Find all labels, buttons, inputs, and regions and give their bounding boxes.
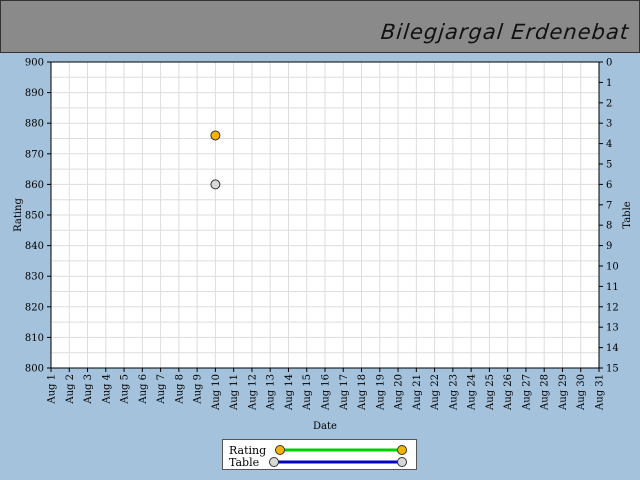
x-tick-label: Aug 19 — [375, 374, 386, 411]
x-tick-label: Aug 26 — [503, 374, 514, 411]
y-tick-label: 860 — [25, 180, 44, 191]
y2-tick-label: 9 — [606, 241, 612, 252]
x-tick-label: Aug 2 — [65, 374, 76, 405]
x-tick-label: Aug 4 — [101, 374, 112, 405]
x-tick-label: Aug 14 — [284, 374, 295, 411]
rating-chart: 800810820830840850860870880890900 0123456… — [13, 58, 633, 433]
y2-tick-label: 11 — [606, 282, 619, 293]
x-tick-label: Aug 22 — [430, 374, 441, 411]
x-tick-label: Aug 28 — [540, 374, 551, 411]
x-tick-label: Aug 15 — [302, 374, 313, 411]
x-tick-label: Aug 12 — [247, 374, 258, 411]
x-tick-label: Aug 21 — [412, 374, 423, 411]
y2-tick-label: 1 — [606, 78, 612, 89]
x-tick-label: Aug 8 — [174, 374, 185, 405]
x-tick-label: Aug 24 — [467, 374, 478, 411]
x-tick-label: Aug 31 — [595, 374, 606, 411]
table-point — [210, 179, 221, 190]
y2-tick-label: 4 — [606, 139, 612, 150]
x-tick-label: Aug 16 — [321, 374, 332, 411]
legend-marker-rating-end — [397, 445, 407, 455]
legend-marker-rating-start — [275, 445, 285, 455]
x-tick-label: Aug 18 — [357, 374, 368, 411]
y2-tick-label: 7 — [606, 200, 612, 211]
x-tick-label: Aug 29 — [558, 374, 569, 411]
y-tick-label: 800 — [25, 364, 44, 375]
rating-point — [210, 130, 221, 141]
y2-tick-label: 15 — [606, 364, 619, 375]
y2-tick-label: 12 — [606, 302, 619, 313]
x-tick-label: Aug 3 — [83, 374, 94, 405]
legend-marker-table-end — [397, 457, 407, 467]
y-tick-label: 880 — [25, 119, 44, 130]
x-tick-label: Aug 30 — [576, 374, 587, 411]
x-tick-label: Aug 13 — [266, 374, 277, 411]
x-tick-label: Aug 25 — [485, 374, 496, 411]
y2-tick-label: 14 — [606, 343, 619, 354]
y2-tick-label: 13 — [606, 323, 619, 334]
y-axis-title: Rating — [13, 198, 24, 232]
y-tick-label: 810 — [25, 333, 44, 344]
y2-tick-label: 8 — [606, 221, 612, 232]
legend-marker-table-start — [269, 457, 279, 467]
y2-tick-label: 5 — [606, 160, 612, 171]
y2-tick-label: 6 — [606, 180, 612, 191]
x-tick-label: Aug 11 — [229, 374, 240, 411]
legend: Rating Table — [222, 439, 417, 470]
x-axis-title: Date — [313, 421, 337, 432]
x-tick-label: Aug 17 — [339, 374, 350, 411]
x-tick-label: Aug 27 — [521, 374, 532, 411]
y2-axis-title: Table — [622, 201, 633, 228]
x-tick-label: Aug 5 — [120, 374, 131, 405]
y-tick-label: 900 — [25, 58, 44, 69]
y-tick-label: 870 — [25, 149, 44, 160]
x-tick-label: Aug 6 — [138, 374, 149, 405]
y-tick-label: 850 — [25, 211, 44, 222]
x-tick-label: Aug 9 — [193, 374, 204, 405]
x-tick-label: Aug 20 — [394, 374, 405, 411]
legend-swatches — [269, 445, 407, 467]
y-tick-label: 820 — [25, 302, 44, 313]
y2-tick-label: 0 — [606, 58, 612, 69]
y2-tick-label: 3 — [606, 119, 612, 130]
x-tick-label: Aug 23 — [448, 374, 459, 411]
x-tick-label: Aug 1 — [47, 374, 58, 405]
x-tick-label: Aug 7 — [156, 374, 167, 405]
y2-tick-label: 2 — [606, 98, 612, 109]
y-tick-label: 830 — [25, 272, 44, 283]
y2-tick-label: 10 — [606, 262, 619, 273]
y-tick-label: 840 — [25, 241, 44, 252]
y-tick-label: 890 — [25, 88, 44, 99]
x-tick-label: Aug 10 — [211, 374, 222, 411]
